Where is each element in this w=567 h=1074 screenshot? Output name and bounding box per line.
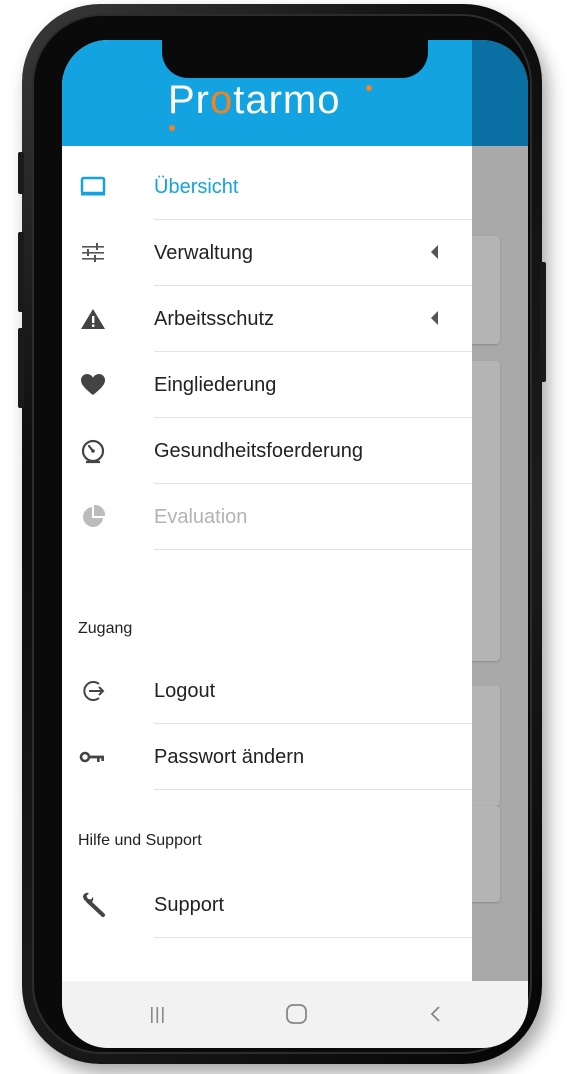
wrench-icon: [78, 890, 108, 920]
home-icon[interactable]: [277, 999, 317, 1029]
submenu-arrow-icon: [431, 245, 438, 259]
pie-chart-icon: [78, 502, 108, 532]
menu-item-logout[interactable]: Logout: [62, 658, 472, 724]
phone-side-button-top: [18, 152, 24, 194]
monitor-icon: [78, 172, 108, 202]
menu-item-label: Evaluation: [154, 506, 248, 528]
logo-dot-bottom: [169, 125, 175, 131]
menu-item-label: Arbeitsschutz: [154, 308, 275, 330]
phone-volume-down-button: [18, 328, 24, 408]
system-navigation-bar: [62, 981, 528, 1048]
navigation-drawer: Protarmo Übersicht Verwaltung Arbeitssch…: [62, 40, 472, 981]
phone-power-button: [540, 262, 546, 382]
menu-item-label: Passwort ändern: [154, 746, 305, 768]
protarmo-logo: Protarmo: [168, 78, 341, 122]
section-heading-zugang: Zugang: [78, 620, 133, 637]
sliders-icon: [78, 238, 108, 268]
phone-volume-up-button: [18, 232, 24, 312]
menu-item-passwort-aendern[interactable]: Passwort ändern: [62, 724, 472, 790]
menu-item-support[interactable]: Support: [62, 872, 472, 938]
divider: [154, 937, 472, 938]
section-heading-hilfe-und-support: Hilfe und Support: [78, 832, 202, 849]
heart-icon: [78, 370, 108, 400]
menu-item-label: Übersicht: [154, 176, 239, 198]
divider: [154, 549, 472, 550]
menu-item-evaluation[interactable]: Evaluation: [62, 484, 472, 550]
key-icon: [78, 742, 108, 772]
menu-item-label: Eingliederung: [154, 374, 277, 396]
menu-item-gesundheitsfoerderung[interactable]: Gesundheitsfoerderung: [62, 418, 472, 484]
menu-item-label: Verwaltung: [154, 242, 253, 264]
logo-dot-top: [366, 85, 372, 91]
back-icon[interactable]: [417, 999, 457, 1029]
menu-item-uebersicht[interactable]: Übersicht: [62, 154, 472, 220]
logout-icon: [78, 676, 108, 706]
menu-item-label: Gesundheitsfoerderung: [154, 440, 364, 462]
menu-item-eingliederung[interactable]: Eingliederung: [62, 352, 472, 418]
submenu-arrow-icon: [431, 311, 438, 325]
gauge-icon: [78, 436, 108, 466]
menu-item-verwaltung[interactable]: Verwaltung: [62, 220, 472, 286]
phone-screen: Protarmo Übersicht Verwaltung Arbeitssch…: [62, 40, 528, 1048]
menu-item-arbeitsschutz[interactable]: Arbeitsschutz: [62, 286, 472, 352]
camera-notch: [162, 40, 428, 78]
menu-item-label: Support: [154, 894, 225, 916]
recent-apps-icon[interactable]: [137, 999, 177, 1029]
divider: [154, 789, 472, 790]
menu-item-label: Logout: [154, 680, 216, 702]
warning-icon: [78, 304, 108, 334]
